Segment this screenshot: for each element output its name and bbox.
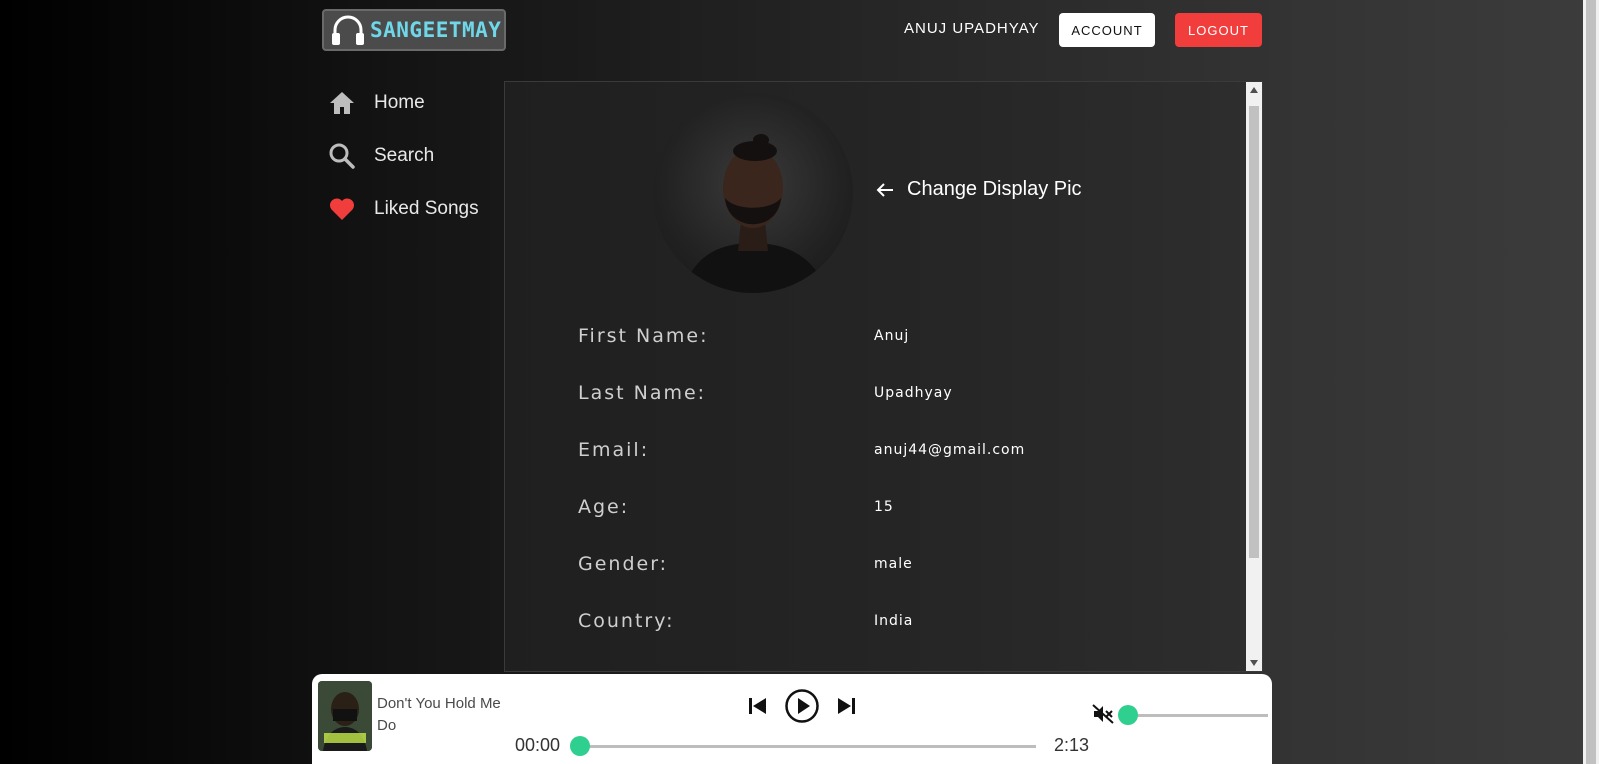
scroll-up-arrow-icon[interactable] xyxy=(1246,82,1262,98)
logo-text: SANGEETMAY xyxy=(370,18,502,42)
field-value: male xyxy=(874,556,913,572)
panel-scrollbar[interactable] xyxy=(1246,82,1262,671)
home-icon xyxy=(330,92,354,114)
previous-track-icon[interactable] xyxy=(746,695,768,717)
field-first-name: First Name: Anuj xyxy=(578,325,1178,355)
sidebar-item-label: Liked Songs xyxy=(374,198,479,219)
field-value: anuj44@gmail.com xyxy=(874,442,1026,458)
field-label: Email: xyxy=(578,439,650,461)
logout-button[interactable]: LOGOUT xyxy=(1175,13,1262,47)
heart-icon xyxy=(329,198,355,220)
change-display-pic-label: Change Display Pic xyxy=(907,178,1082,200)
progress-knob[interactable] xyxy=(570,736,590,756)
progress-slider[interactable] xyxy=(570,736,1036,756)
music-player: Don't You Hold Me Do 00:00 2:13 xyxy=(312,674,1272,764)
field-age: Age: 15 xyxy=(578,496,1178,526)
field-value: Upadhyay xyxy=(874,385,953,401)
window-scrollbar[interactable] xyxy=(1583,0,1599,764)
album-art xyxy=(318,681,372,751)
field-label: Country: xyxy=(578,610,675,632)
field-value: India xyxy=(874,613,914,629)
app-logo[interactable]: SANGEETMAY xyxy=(322,9,506,51)
change-display-pic-button[interactable]: Change Display Pic xyxy=(875,178,1082,201)
scroll-down-arrow-icon[interactable] xyxy=(1246,655,1262,671)
field-gender: Gender: male xyxy=(578,553,1178,583)
headphones-icon xyxy=(332,15,364,45)
sidebar-item-search[interactable]: Search xyxy=(328,141,508,171)
field-email: Email: anuj44@gmail.com xyxy=(578,439,1178,469)
field-label: Last Name: xyxy=(578,382,707,404)
volume-knob[interactable] xyxy=(1118,705,1138,725)
field-country: Country: India xyxy=(578,610,1178,640)
field-value: 15 xyxy=(874,499,894,515)
sidebar: Home Search Liked Songs xyxy=(328,88,508,247)
field-label: Gender: xyxy=(578,553,669,575)
next-track-icon[interactable] xyxy=(836,695,858,717)
play-icon[interactable] xyxy=(784,688,820,724)
profile-avatar xyxy=(653,93,853,293)
search-icon xyxy=(329,143,355,169)
field-last-name: Last Name: Upadhyay xyxy=(578,382,1178,412)
field-value: Anuj xyxy=(874,328,910,344)
window-scroll-thumb[interactable] xyxy=(1586,0,1596,764)
field-label: Age: xyxy=(578,496,630,518)
volume-slider[interactable] xyxy=(1118,705,1268,725)
sidebar-item-liked-songs[interactable]: Liked Songs xyxy=(328,194,508,224)
arrow-left-icon xyxy=(876,182,893,197)
field-label: First Name: xyxy=(578,325,709,347)
sidebar-item-label: Search xyxy=(374,145,435,166)
scroll-thumb[interactable] xyxy=(1249,106,1259,558)
user-name: ANUJ UPADHYAY xyxy=(904,20,1040,37)
volume-mute-icon[interactable] xyxy=(1091,702,1115,726)
current-time: 00:00 xyxy=(515,735,561,755)
total-time: 2:13 xyxy=(1054,735,1090,755)
song-title: Don't You Hold Me Do xyxy=(377,695,501,734)
profile-panel: Change Display Pic First Name: Anuj Last… xyxy=(504,81,1263,672)
sidebar-item-home[interactable]: Home xyxy=(328,88,508,118)
sidebar-item-label: Home xyxy=(374,92,425,113)
account-button[interactable]: ACCOUNT xyxy=(1059,13,1155,47)
